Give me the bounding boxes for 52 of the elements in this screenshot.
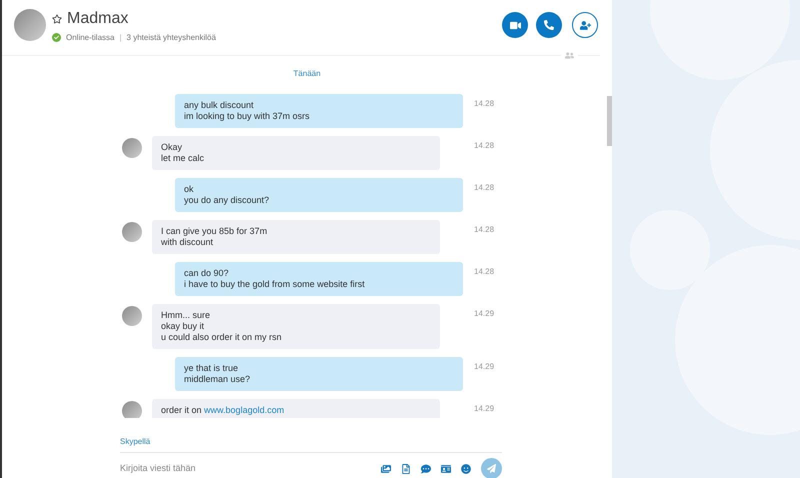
status-text: Online-tilassa (66, 32, 114, 44)
call-button[interactable] (536, 12, 562, 38)
avatar (122, 306, 142, 326)
online-status-icon (52, 33, 61, 42)
avatar (14, 9, 46, 41)
message-text: Okay (161, 142, 184, 153)
message-time: 14.29 (474, 403, 494, 415)
message-time: 14.28 (474, 224, 494, 236)
scrollbar-thumb[interactable] (607, 96, 612, 146)
message-input[interactable]: Kirjoita viesti tähän (120, 462, 381, 476)
message-time: 14.28 (474, 98, 494, 110)
message-time: 14.29 (474, 308, 494, 320)
message-text: with discount (161, 237, 214, 248)
message-text: okay buy it (161, 321, 206, 332)
message-text: I can give you 85b for 37m (161, 226, 268, 237)
send-icon (487, 464, 496, 473)
video-call-button[interactable] (502, 12, 528, 38)
message-text: order it on www.boglagold.com (161, 405, 286, 416)
add-contact-button[interactable] (572, 12, 598, 38)
media-icon[interactable] (381, 464, 391, 474)
message-text: ok (184, 184, 195, 195)
skype-link[interactable]: Skypellä (120, 436, 502, 448)
message-link[interactable]: www.boglagold.com (204, 405, 284, 415)
avatar (122, 138, 142, 158)
phone-icon (544, 20, 554, 30)
message-time: 14.29 (474, 361, 494, 373)
message-text: i have to buy the gold from some website first (184, 279, 366, 290)
contact-card-icon[interactable] (441, 464, 451, 474)
message-text: middleman use? (184, 374, 252, 385)
mutual-contacts: 3 yhteistä yhteyshenkilöä (126, 32, 216, 44)
message-text: can do 90? (184, 268, 230, 279)
avatar (122, 222, 142, 242)
file-icon[interactable] (401, 464, 411, 474)
message-text: you do any discount? (184, 195, 270, 206)
video-camera-icon (510, 20, 520, 30)
emoji-icon[interactable] (461, 464, 471, 474)
message-time: 14.28 (474, 182, 494, 194)
avatar (122, 401, 142, 418)
message-text: im looking to buy with 37m osrs (184, 111, 311, 122)
message-text: let me calc (161, 153, 206, 164)
contact-name: Madmax (67, 8, 128, 28)
date-label: Tänään (293, 69, 321, 78)
message-text: any bulk discount (184, 100, 255, 111)
separator: | (119, 32, 122, 44)
add-person-icon (580, 20, 590, 30)
favorite-star-icon[interactable] (52, 14, 62, 24)
message-text: Hmm... sure (161, 310, 212, 321)
message-time: 14.28 (474, 140, 494, 152)
message-text: ye that is true (184, 363, 240, 374)
message-time: 14.28 (474, 266, 494, 278)
chat-bubble-icon[interactable] (421, 464, 431, 474)
message-text: u could also order it on my rsn (161, 332, 283, 343)
